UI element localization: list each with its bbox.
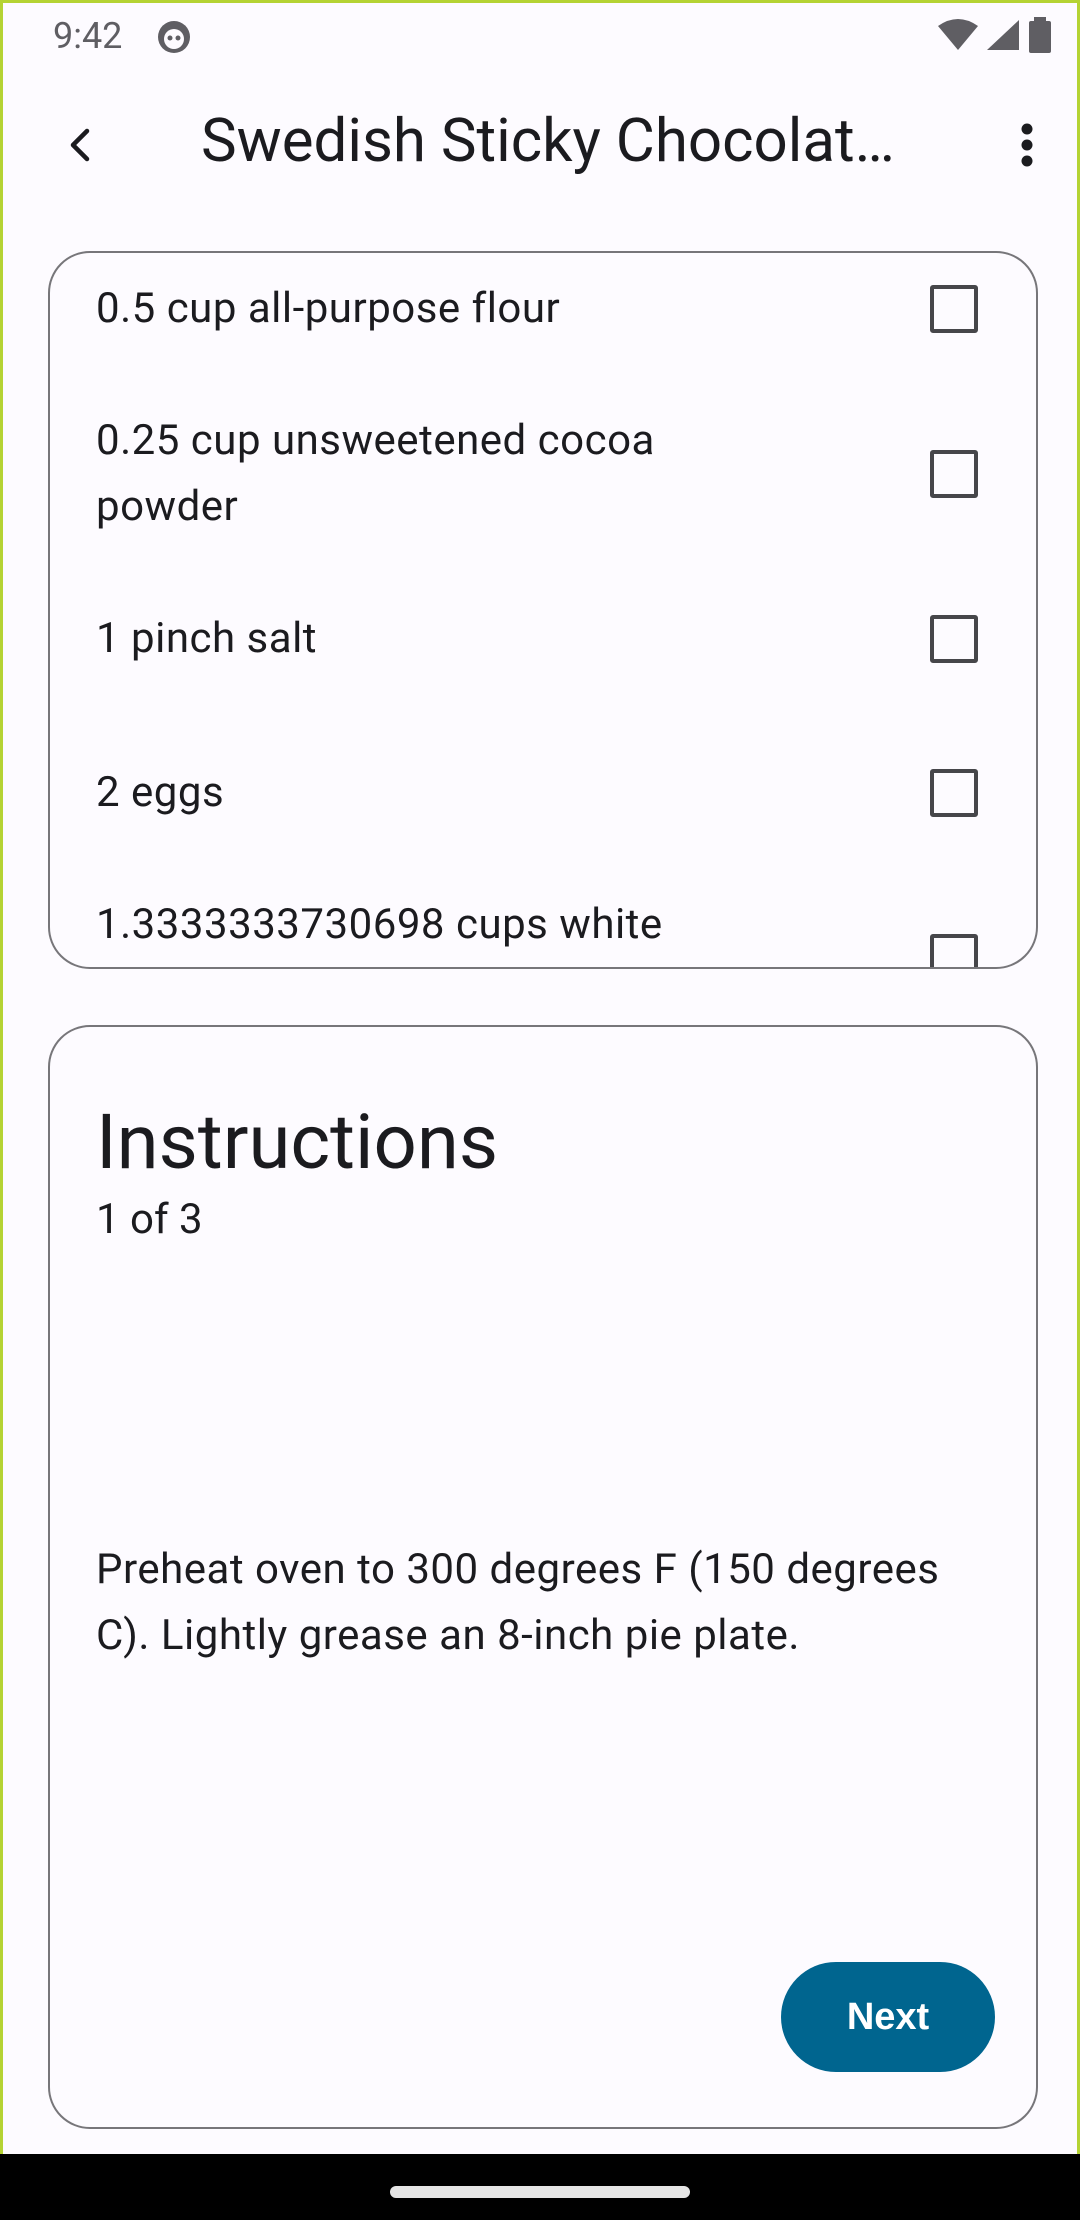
page-title: Swedish Sticky Chocolat… (201, 105, 895, 176)
ingredients-card[interactable]: 0.5 cup all-purpose flour 0.25 cup unswe… (48, 251, 1038, 969)
status-bar: 9:42 (3, 3, 1080, 69)
ingredient-label: 1 pinch salt (96, 614, 318, 663)
ingredient-checkbox[interactable] (930, 615, 978, 663)
ingredient-label: 0.5 cup all-purpose flour (96, 284, 561, 333)
ingredient-item[interactable]: 1.3333333730698 cups white (96, 892, 986, 967)
app-notification-icon (156, 19, 192, 55)
system-navigation-bar (0, 2154, 1080, 2220)
top-app-bar: Swedish Sticky Chocolat… (3, 73, 1080, 219)
wifi-icon (937, 18, 979, 56)
back-button[interactable] (51, 117, 111, 177)
ingredient-label: 2 eggs (96, 768, 225, 817)
ingredient-item[interactable]: 2 eggs (96, 760, 986, 826)
cell-signal-icon (985, 18, 1021, 56)
step-text: Preheat oven to 300 degrees F (150 degre… (96, 1545, 940, 1660)
ingredient-checkbox[interactable] (930, 934, 978, 967)
ingredient-item[interactable]: 0.5 cup all-purpose flour (96, 276, 986, 342)
ingredient-item[interactable]: 1 pinch salt (96, 606, 986, 672)
ingredient-item[interactable]: 0.25 cup unsweetened cocoa powder (96, 408, 986, 540)
more-vert-icon (1017, 121, 1037, 173)
screen-frame: 9:42 Swedish Sticky Chocolat… 0.5 cup al… (0, 0, 1080, 2220)
ingredient-checkbox[interactable] (930, 285, 978, 333)
instructions-card: Instructions 1 of 3 Preheat oven to 300 … (48, 1025, 1038, 2129)
ingredient-label: 0.25 cup unsweetened cocoa powder (96, 416, 655, 531)
home-gesture-handle[interactable] (390, 2186, 690, 2198)
next-button[interactable]: Next (781, 1962, 995, 2072)
ingredient-checkbox[interactable] (930, 769, 978, 817)
ingredient-checkbox[interactable] (930, 450, 978, 498)
status-time: 9:42 (53, 15, 123, 57)
battery-icon (1027, 17, 1053, 57)
arrow-back-icon (61, 125, 101, 169)
instructions-heading: Instructions (96, 1097, 499, 1187)
status-icons (937, 17, 1053, 57)
more-options-button[interactable] (997, 117, 1057, 177)
ingredient-label: 1.3333333730698 cups white (96, 900, 663, 949)
step-counter: 1 of 3 (96, 1195, 203, 1244)
